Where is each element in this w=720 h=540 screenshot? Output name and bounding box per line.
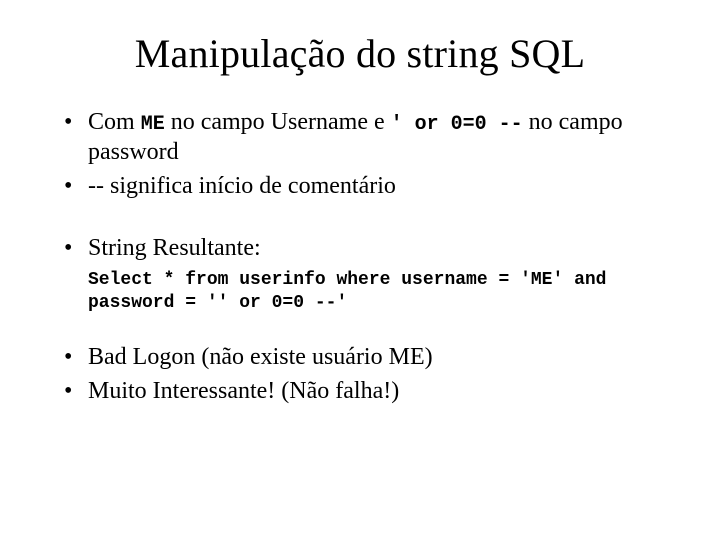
slide-title: Manipulação do string SQL (40, 30, 680, 77)
bullet-list-3: Bad Logon (não existe usuário ME) Muito … (60, 342, 680, 406)
spacer (40, 205, 680, 233)
sql-result-code: Select * from userinfo where username = … (88, 269, 680, 314)
bullet-item-1: Com ME no campo Username e ' or 0=0 -- n… (60, 107, 680, 167)
bullet-list: Com ME no campo Username e ' or 0=0 -- n… (60, 107, 680, 201)
spacer-2 (40, 314, 680, 342)
bullet-item-2: -- significa início de comentário (60, 171, 680, 201)
bullet-list-2: String Resultante: (60, 233, 680, 263)
bullet-item-3: String Resultante: (60, 233, 680, 263)
text-mid: no campo Username e (165, 109, 391, 135)
code-inline-or: ' or 0=0 -- (391, 113, 523, 136)
text-pre: Com (88, 109, 141, 135)
bullet-item-5: Muito Interessante! (Não falha!) (60, 376, 680, 406)
code-inline-me: ME (141, 113, 165, 136)
bullet-item-4: Bad Logon (não existe usuário ME) (60, 342, 680, 372)
slide: Manipulação do string SQL Com ME no camp… (0, 0, 720, 540)
